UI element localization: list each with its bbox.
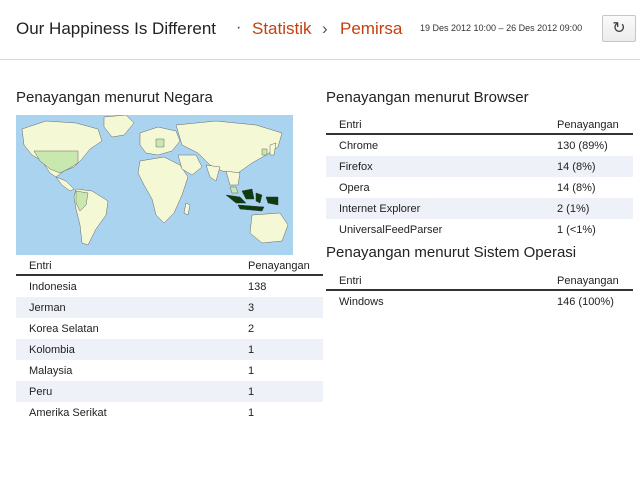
browser-section-title: Penayangan menurut Browser — [326, 89, 529, 106]
table-row: Opera 14 (8%) — [326, 177, 633, 198]
table-row: Korea Selatan 2 — [16, 318, 323, 339]
browser-views: 14 (8%) — [557, 181, 596, 194]
blog-title[interactable]: Our Happiness Is Different — [16, 19, 216, 39]
table-row: Chrome 130 (89%) — [326, 135, 633, 156]
world-map[interactable] — [16, 115, 293, 255]
table-row: Peru 1 — [16, 381, 323, 402]
browser-views: 2 (1%) — [557, 202, 590, 215]
country-name: Indonesia — [29, 280, 77, 293]
os-name: Windows — [339, 295, 384, 308]
date-range: 19 Des 2012 10:00 – 26 Des 2012 09:00 — [420, 23, 583, 33]
browser-views: 14 (8%) — [557, 160, 596, 173]
country-views: 1 — [248, 343, 255, 356]
browser-name: Chrome — [339, 139, 379, 152]
os-views: 146 (100%) — [557, 295, 614, 308]
column-header-views[interactable]: Penayangan — [557, 119, 633, 131]
country-name: Peru — [29, 385, 53, 398]
breadcrumb-separator: · — [236, 19, 242, 36]
browser-name: Opera — [339, 181, 370, 194]
country-name: Jerman — [29, 301, 66, 314]
table-row: Indonesia 138 — [16, 276, 323, 297]
refresh-icon: ↻ — [612, 19, 626, 37]
refresh-button[interactable]: ↻ — [602, 15, 636, 42]
table-row: Malaysia 1 — [16, 360, 323, 381]
country-views: 138 — [248, 280, 267, 293]
country-table: Entri Penayangan Indonesia 138 Jerman 3 … — [16, 258, 323, 423]
os-table: Entri Penayangan Windows 146 (100%) — [326, 273, 633, 312]
country-name: Amerika Serikat — [29, 406, 107, 419]
country-views: 3 — [248, 301, 255, 314]
table-row: Windows 146 (100%) — [326, 291, 633, 312]
table-row: Kolombia 1 — [16, 339, 323, 360]
browser-name: Firefox — [339, 160, 373, 173]
country-views: 1 — [248, 385, 255, 398]
country-section-title: Penayangan menurut Negara — [16, 89, 213, 106]
country-name: Kolombia — [29, 343, 75, 356]
country-name: Korea Selatan — [29, 322, 99, 335]
country-views: 1 — [248, 406, 255, 419]
os-section-title: Penayangan menurut Sistem Operasi — [326, 244, 577, 261]
table-row: Amerika Serikat 1 — [16, 402, 323, 423]
breadcrumb-arrow: › — [322, 19, 328, 38]
page-header: Our Happiness Is Different · Statistik ›… — [0, 0, 640, 60]
column-header-entry[interactable]: Entri — [16, 260, 248, 272]
browser-name: UniversalFeedParser — [339, 223, 443, 236]
browser-views: 130 (89%) — [557, 139, 608, 152]
browser-views: 1 (<1%) — [557, 223, 596, 236]
column-header-views[interactable]: Penayangan — [557, 275, 633, 287]
world-map-svg — [16, 115, 293, 255]
table-header: Entri Penayangan — [326, 273, 633, 291]
country-views: 1 — [248, 364, 255, 377]
browser-name: Internet Explorer — [339, 202, 421, 215]
table-header: Entri Penayangan — [16, 258, 323, 276]
column-header-entry[interactable]: Entri — [326, 119, 557, 131]
browser-table: Entri Penayangan Chrome 130 (89%) Firefo… — [326, 117, 633, 240]
breadcrumb-pemirsa: Pemirsa — [340, 19, 403, 38]
table-row: Jerman 3 — [16, 297, 323, 318]
column-header-views[interactable]: Penayangan — [248, 260, 323, 272]
table-row: Internet Explorer 2 (1%) — [326, 198, 633, 219]
breadcrumb-statistik[interactable]: Statistik — [252, 19, 312, 39]
column-header-entry[interactable]: Entri — [326, 275, 557, 287]
table-row: UniversalFeedParser 1 (<1%) — [326, 219, 633, 240]
country-views: 2 — [248, 322, 255, 335]
table-header: Entri Penayangan — [326, 117, 633, 135]
country-name: Malaysia — [29, 364, 73, 377]
table-row: Firefox 14 (8%) — [326, 156, 633, 177]
